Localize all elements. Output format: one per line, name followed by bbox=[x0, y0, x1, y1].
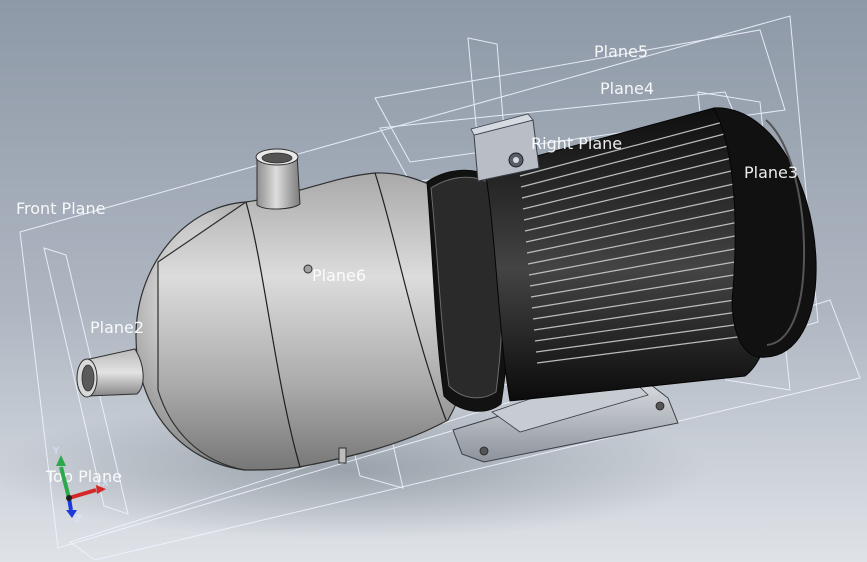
front-plane-label[interactable]: Front Plane bbox=[16, 199, 105, 218]
plane4-label[interactable]: Plane4 bbox=[600, 79, 654, 98]
triad-origin bbox=[66, 495, 72, 501]
junction-box-port-inner bbox=[513, 157, 519, 163]
plane5-label[interactable]: Plane5 bbox=[594, 42, 648, 61]
left-nozzle-inner bbox=[81, 364, 95, 392]
base-bolt-2[interactable] bbox=[655, 401, 665, 411]
plane6-label[interactable]: Plane6 bbox=[312, 266, 366, 285]
plane2-label[interactable]: Plane2 bbox=[90, 318, 144, 337]
3d-model-scene[interactable]: Front Plane Top Plane Right Plane Plane2… bbox=[0, 0, 867, 562]
triad-z-label: Z bbox=[75, 514, 82, 525]
top-plane-label[interactable]: Top Plane bbox=[45, 467, 122, 486]
top-nozzle-inner bbox=[261, 152, 293, 164]
tank-bottom-drain[interactable] bbox=[338, 447, 347, 464]
base-bolt-1[interactable] bbox=[479, 446, 489, 456]
right-plane-label[interactable]: Right Plane bbox=[531, 134, 622, 153]
triad-x-label: X bbox=[102, 478, 109, 489]
graphics-viewport[interactable]: Front Plane Top Plane Right Plane Plane2… bbox=[0, 0, 867, 562]
tank-top-screw[interactable] bbox=[303, 264, 313, 274]
triad-y-label: Y bbox=[52, 446, 60, 457]
plane3-label[interactable]: Plane3 bbox=[744, 163, 798, 182]
